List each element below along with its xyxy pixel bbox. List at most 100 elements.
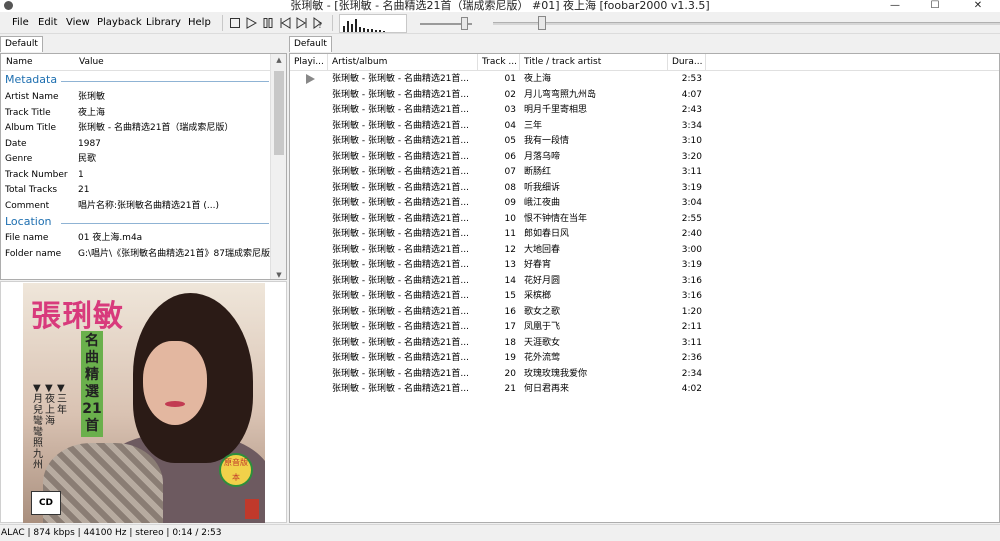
scroll-up-icon[interactable]: ▲	[271, 54, 286, 66]
playlist-row[interactable]: 张琍敏 - 张琍敏 - 名曲精选21首... 04 三年 3:34	[290, 119, 999, 135]
track-title: 听我细诉	[524, 182, 561, 193]
column-duration[interactable]: Dura...	[668, 54, 706, 71]
scroll-down-icon[interactable]: ▼	[271, 269, 286, 279]
property-name: Comment	[5, 200, 50, 211]
playlist-row[interactable]: 张琍敏 - 张琍敏 - 名曲精选21首... 18 天涯歌女 3:11	[290, 336, 999, 352]
track-artist-album: 张琍敏 - 张琍敏 - 名曲精选21首...	[332, 105, 469, 115]
playlist-row[interactable]: 张琍敏 - 张琍敏 - 名曲精选21首... 17 凤凰于飞 2:11	[290, 320, 999, 336]
playlist-row[interactable]: 张琍敏 - 张琍敏 - 名曲精选21首... 02 月儿弯弯照九州岛 4:07	[290, 88, 999, 104]
track-artist-album: 张琍敏 - 张琍敏 - 名曲精选21首...	[332, 322, 469, 332]
playlist-row[interactable]: 张琍敏 - 张琍敏 - 名曲精选21首... 06 月落乌啼 3:20	[290, 150, 999, 166]
playlist-row[interactable]: 张琍敏 - 张琍敏 - 名曲精选21首... 13 好春宵 3:19	[290, 258, 999, 274]
track-artist-album: 张琍敏 - 张琍敏 - 名曲精选21首...	[332, 291, 469, 301]
properties-scrollbar[interactable]: ▲ ▼	[270, 54, 286, 279]
playlist-row[interactable]: 张琍敏 - 张琍敏 - 名曲精选21首... 15 采槟榔 3:16	[290, 289, 999, 305]
next-icon[interactable]	[296, 16, 308, 30]
property-row[interactable]: Folder name G:\唱片\《张琍敏名曲精选21首》87瑞成索尼版	[5, 247, 271, 262]
track-artist-album: 张琍敏 - 张琍敏 - 名曲精选21首...	[332, 182, 469, 193]
track-number: 16	[504, 306, 516, 317]
section-location: Location	[5, 215, 52, 228]
close-button[interactable]: ✕	[960, 0, 996, 12]
tab-default-right[interactable]: Default	[289, 36, 332, 52]
cover-subtitle: 名 曲 精 選 21 首	[81, 331, 103, 437]
volume-thumb[interactable]	[461, 17, 468, 30]
playlist-row[interactable]: 张琍敏 - 张琍敏 - 名曲精选21首... 08 听我细诉 3:19	[290, 181, 999, 197]
menu-playback[interactable]: Playback	[97, 16, 142, 30]
playlist-row[interactable]: 张琍敏 - 张琍敏 - 名曲精选21首... 12 大地回春 3:00	[290, 243, 999, 259]
minimize-button[interactable]: —	[880, 0, 910, 12]
property-row[interactable]: Date 1987	[5, 137, 271, 152]
scrollbar-thumb[interactable]	[274, 71, 284, 155]
property-row[interactable]: Comment 唱片名称:张琍敏名曲精选21首 (...)	[5, 199, 271, 214]
track-duration: 4:02	[681, 384, 702, 394]
column-track[interactable]: Track ...	[478, 54, 520, 71]
menu-view[interactable]: View	[66, 16, 90, 30]
track-title: 天涯歌女	[524, 337, 561, 348]
track-number: 02	[504, 89, 516, 100]
property-name: Total Tracks	[5, 185, 58, 195]
column-value-header[interactable]: Value	[79, 57, 104, 67]
property-name: Folder name	[5, 248, 62, 259]
property-row[interactable]: Track Title 夜上海	[5, 106, 271, 121]
random-icon[interactable]: ?	[313, 16, 325, 30]
track-artist-album: 张琍敏 - 张琍敏 - 名曲精选21首...	[332, 120, 469, 131]
track-artist-album: 张琍敏 - 张琍敏 - 名曲精选21首...	[332, 353, 469, 363]
property-row[interactable]: Artist Name 张琍敏	[5, 90, 271, 105]
menu-file[interactable]: File	[12, 16, 29, 30]
seek-thumb[interactable]	[538, 16, 546, 30]
playlist-row[interactable]: 张琍敏 - 张琍敏 - 名曲精选21首... 19 花外流莺 2:36	[290, 351, 999, 367]
track-number: 20	[504, 368, 516, 379]
track-number: 15	[504, 291, 516, 301]
maximize-button[interactable]: ☐	[920, 0, 950, 12]
playlist-row[interactable]: 张琍敏 - 张琍敏 - 名曲精选21首... 14 花好月圆 3:16	[290, 274, 999, 290]
track-artist-album: 张琍敏 - 张琍敏 - 名曲精选21首...	[332, 275, 469, 286]
stop-icon[interactable]	[229, 16, 241, 30]
track-duration: 3:19	[681, 260, 702, 270]
playlist-row[interactable]: 张琍敏 - 张琍敏 - 名曲精选21首... 03 明月千里寄相思 2:43	[290, 103, 999, 119]
column-playing[interactable]: Playi...	[290, 54, 328, 71]
tab-default-left[interactable]: Default	[0, 36, 43, 52]
column-name-header[interactable]: Name	[6, 57, 33, 67]
property-value: 夜上海	[78, 107, 106, 118]
playlist-row[interactable]: 张琍敏 - 张琍敏 - 名曲精选21首... 10 恨不钟情在当年 2:55	[290, 212, 999, 228]
cover-track-note: ▼月兒彎彎照九州	[33, 383, 43, 471]
track-duration: 3:16	[681, 275, 702, 286]
menu-help[interactable]: Help	[188, 16, 211, 30]
track-duration: 4:07	[681, 89, 702, 100]
property-row[interactable]: File name 01 夜上海.m4a	[5, 231, 271, 246]
track-title: 明月千里寄相思	[524, 105, 588, 115]
seek-bar[interactable]	[493, 14, 1000, 32]
property-row[interactable]: Genre 民歌	[5, 152, 271, 167]
playlist-row[interactable]: 张琍敏 - 张琍敏 - 名曲精选21首... 16 歌女之歌 1:20	[290, 305, 999, 321]
track-number: 01	[504, 74, 516, 84]
playlist-row[interactable]: 张琍敏 - 张琍敏 - 名曲精选21首... 01 夜上海 2:53	[290, 72, 999, 88]
menu-library[interactable]: Library	[146, 16, 181, 30]
track-title: 何日君再来	[524, 384, 570, 394]
properties-header: Name Value	[1, 54, 271, 71]
property-row[interactable]: Track Number 1	[5, 168, 271, 183]
track-duration: 2:55	[681, 213, 702, 224]
previous-icon[interactable]	[279, 16, 291, 30]
track-title: 夜上海	[524, 74, 552, 84]
property-row[interactable]: Album Title 张琍敏 - 名曲精选21首（瑞成索尼版）	[5, 121, 271, 136]
volume-slider[interactable]	[420, 14, 476, 32]
spectrum-visualizer[interactable]	[339, 14, 407, 33]
property-row[interactable]: Total Tracks 21	[5, 183, 271, 198]
column-title[interactable]: Title / track artist	[520, 54, 668, 71]
playlist-row[interactable]: 张琍敏 - 张琍敏 - 名曲精选21首... 20 玫瑰玫瑰我爱你 2:34	[290, 367, 999, 383]
cover-title: 張琍敏	[31, 299, 124, 334]
playlist-row[interactable]: 张琍敏 - 张琍敏 - 名曲精选21首... 05 我有一段情 3:10	[290, 134, 999, 150]
play-icon[interactable]	[245, 16, 257, 30]
property-name: Album Title	[5, 123, 56, 133]
column-artist-album[interactable]: Artist/album	[328, 54, 478, 71]
album-art-panel: 張琍敏 名 曲 精 選 21 首 ▼三年 ▼夜上海 ▼月兒彎彎照九州 原音版本 …	[0, 281, 287, 523]
playlist-row[interactable]: 张琍敏 - 张琍敏 - 名曲精选21首... 09 峨江夜曲 3:04	[290, 196, 999, 212]
menu-edit[interactable]: Edit	[38, 16, 57, 30]
playlist-row[interactable]: 张琍敏 - 张琍敏 - 名曲精选21首... 07 断肠红 3:11	[290, 165, 999, 181]
property-name: Track Number	[5, 169, 68, 180]
track-title: 我有一段情	[524, 136, 570, 146]
playlist-row[interactable]: 张琍敏 - 张琍敏 - 名曲精选21首... 11 郎如春日风 2:40	[290, 227, 999, 243]
playlist-row[interactable]: 张琍敏 - 张琍敏 - 名曲精选21首... 21 何日君再来 4:02	[290, 382, 999, 398]
pause-icon[interactable]	[262, 16, 274, 30]
property-value: 张琍敏	[78, 92, 106, 102]
